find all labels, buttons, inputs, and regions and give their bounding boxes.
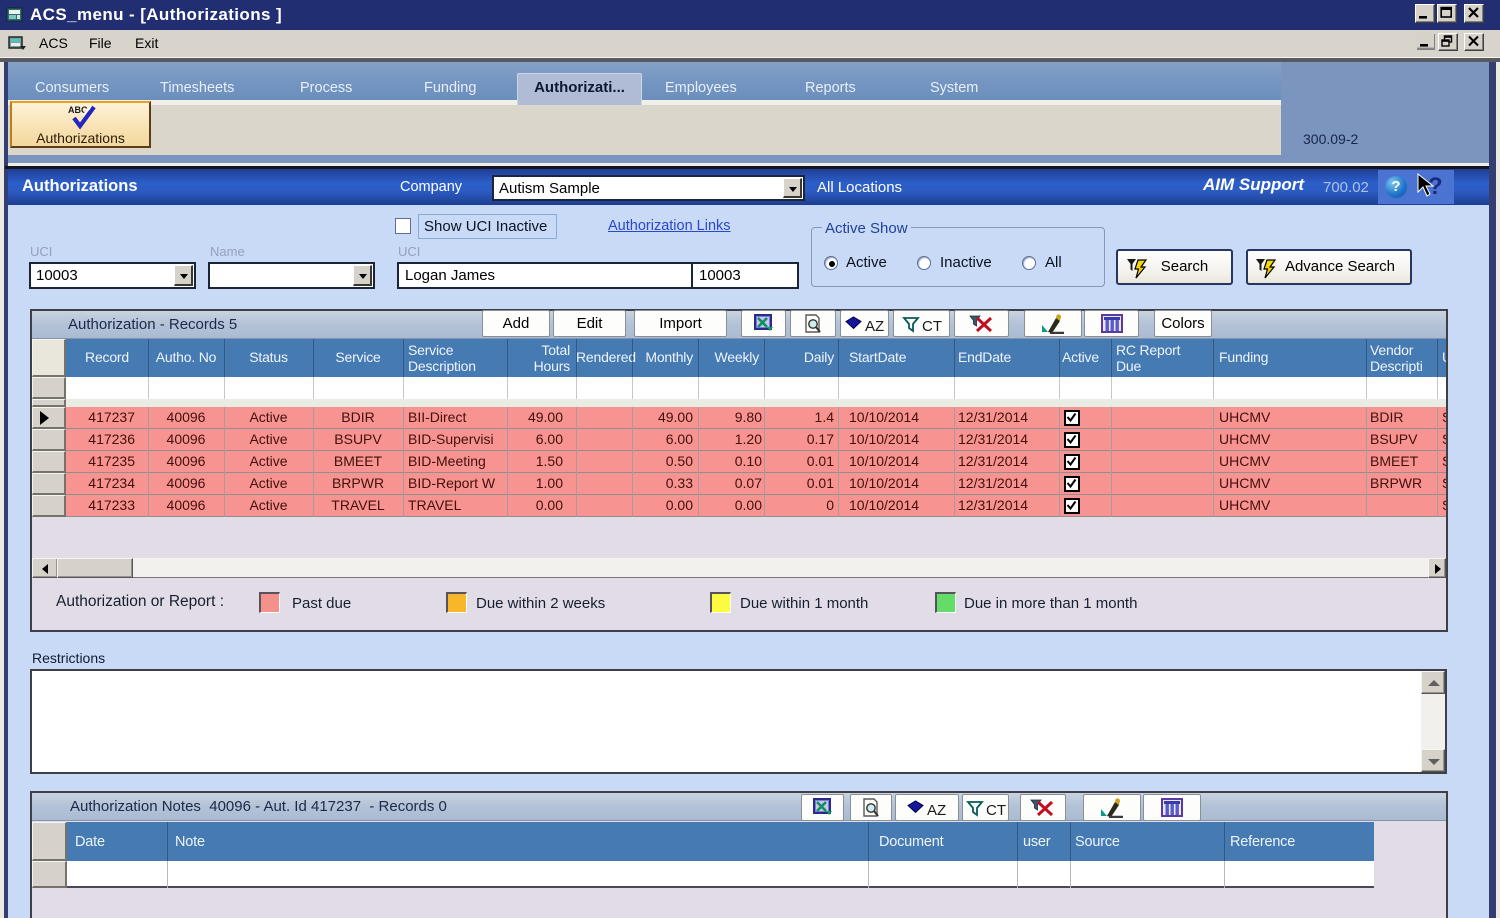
svg-text:CT: CT: [922, 318, 942, 334]
svg-text:AZ: AZ: [865, 318, 884, 334]
svg-text:AZ: AZ: [927, 802, 946, 818]
svg-text:CT: CT: [986, 802, 1006, 818]
